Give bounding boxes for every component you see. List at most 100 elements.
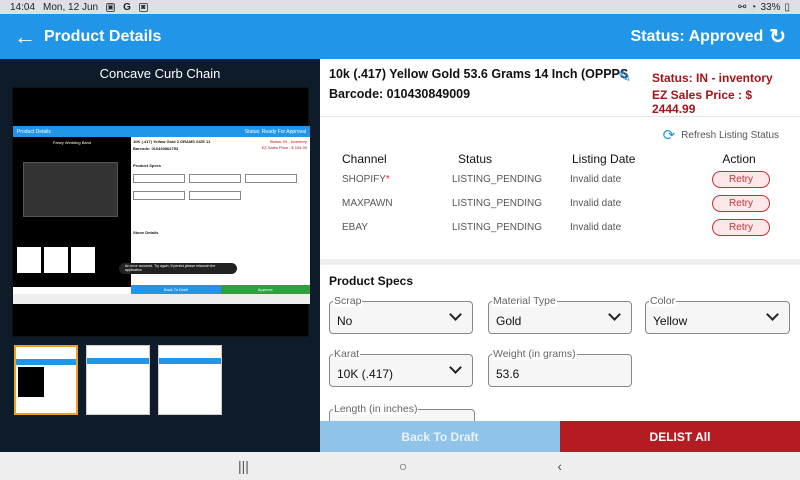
preview-image-title: Fancy Wedding Band — [52, 140, 92, 145]
status-cell: LISTING_PENDING — [452, 221, 543, 233]
chevron-down-icon — [766, 308, 779, 321]
retry-button[interactable]: Retry — [712, 170, 770, 188]
back-arrow-icon[interactable]: ← — [14, 25, 36, 48]
karat-label: Karat — [333, 348, 361, 360]
thumbnail-3[interactable] — [158, 345, 222, 415]
home-icon[interactable]: ○ — [399, 458, 407, 474]
clock: 14:04 — [10, 1, 36, 13]
material-type-select[interactable]: Material Type Gold — [488, 295, 632, 334]
preview-specs: Product Specs — [133, 163, 162, 168]
date-cell: Invalid date — [570, 173, 622, 185]
header-date: Listing Date — [572, 152, 636, 166]
delist-all-button[interactable]: DELIST All — [560, 421, 800, 452]
refresh-listing-label: Refresh Listing Status — [681, 129, 779, 141]
preview-approve-button: Approve — [220, 285, 310, 294]
battery-level: 33% — [760, 1, 781, 13]
thumbnail-strip — [14, 345, 222, 415]
link-icon: ⚯ — [738, 1, 747, 13]
back-to-draft-button[interactable]: Back To Draft — [320, 421, 560, 452]
back-icon[interactable]: ‹ — [557, 458, 562, 474]
length-field[interactable]: Length (in inches) — [329, 403, 475, 421]
preview-image-pane: Fancy Wedding Band — [13, 137, 131, 287]
listing-table-header: Channel Status Listing Date Action — [320, 151, 800, 167]
scrap-select[interactable]: Scrap No — [329, 295, 473, 334]
retry-button[interactable]: Retry — [712, 218, 770, 236]
date-cell: Invalid date — [570, 197, 622, 209]
header-channel: Channel — [342, 152, 387, 166]
image-title: Concave Curb Chain — [99, 66, 221, 81]
details-pane: 10k (.417) Yellow Gold 53.6 Grams 14 Inc… — [320, 59, 800, 421]
weight-value: 53.6 — [496, 367, 520, 381]
thumbnail-1[interactable] — [14, 345, 78, 415]
battery-icon: ▯ — [784, 1, 790, 13]
karat-value: 10K (.417) — [337, 367, 394, 381]
google-icon: G — [123, 1, 131, 13]
preview-thumbs — [17, 247, 95, 273]
action-bar: Back To Draft DELIST All — [320, 421, 800, 452]
date: Mon, 12 Jun — [43, 1, 99, 13]
approval-status-text: Status: Approved — [630, 27, 764, 45]
sales-price: EZ Sales Price : $ 2444.99 — [652, 88, 753, 116]
notification-icon: ▣ — [106, 2, 116, 12]
preview-nav — [13, 294, 310, 304]
preview-error-toast: An error occurred. Try again. If persist… — [119, 263, 237, 274]
approval-status: Status: Approved ↻ — [630, 27, 786, 47]
chevron-down-icon — [449, 308, 462, 321]
header-action: Action — [722, 152, 756, 166]
table-row: SHOPIFY* LISTING_PENDING Invalid date Re… — [320, 167, 800, 191]
preview-draft-button: Back To Draft — [131, 285, 221, 294]
image-gallery: Concave Curb Chain Product Details Statu… — [0, 59, 320, 452]
screenshot-preview: Product Details Status: Ready For Approv… — [13, 126, 310, 304]
preview-inv: Status: IN - inventory — [269, 139, 307, 144]
scrap-label: Scrap — [333, 295, 363, 307]
refresh-listing-button[interactable]: ⟳ Refresh Listing Status — [663, 126, 779, 144]
main-product-image[interactable]: Product Details Status: Ready For Approv… — [12, 87, 310, 337]
edit-pencil-icon[interactable]: ✎ — [618, 67, 631, 87]
status-cell: LISTING_PENDING — [452, 197, 543, 209]
table-row: EBAY LISTING_PENDING Invalid date Retry — [320, 215, 800, 239]
status-cell: LISTING_PENDING — [452, 173, 543, 185]
preview-buttons: Back To Draft Approve — [131, 285, 310, 294]
thumbnail-2[interactable] — [86, 345, 150, 415]
material-type-value: Gold — [496, 314, 522, 328]
color-value: Yellow — [653, 314, 688, 328]
system-nav-bar: ||| ○ ‹ — [0, 452, 800, 480]
preview-title: Product Details — [17, 128, 51, 135]
weight-label: Weight (in grams) — [492, 348, 577, 360]
chevron-down-icon — [608, 308, 621, 321]
recent-apps-icon[interactable]: ||| — [238, 458, 249, 474]
preview-status: Status: Ready For Approval — [244, 128, 306, 135]
specs-title: Product Specs — [329, 274, 414, 288]
weight-field[interactable]: Weight (in grams) 53.6 — [488, 348, 632, 387]
preview-stones: Stone Details — [133, 230, 159, 235]
sync-icon: ⟳ — [662, 127, 676, 144]
preview-details: 10K (.417) Yellow Gold 2 GRAMS SIZE 11 B… — [133, 139, 309, 235]
header-status: Status — [458, 152, 493, 166]
required-marker: * — [385, 173, 390, 185]
material-type-label: Material Type — [492, 295, 557, 307]
scrap-value: No — [337, 314, 353, 328]
wifi-icon: ◔ — [750, 1, 757, 13]
preview-app-bar: Product Details Status: Ready For Approv… — [13, 126, 310, 137]
system-status-bar: 14:04 Mon, 12 Jun ▣ G ◙ ⚯ ◔ 33% ▯ — [0, 0, 800, 14]
date-cell: Invalid date — [570, 221, 622, 233]
channel-cell: MAXPAWN — [342, 197, 393, 209]
preview-price: EZ Sales Price : $ 154.99 — [261, 145, 307, 150]
length-label: Length (in inches) — [333, 403, 419, 415]
preview-photo — [23, 162, 118, 217]
karat-select[interactable]: Karat 10K (.417) — [329, 348, 473, 387]
page-title: Product Details — [44, 27, 162, 45]
channel-cell: SHOPIFY* — [342, 173, 390, 185]
chevron-down-icon — [449, 361, 462, 374]
retry-button[interactable]: Retry — [712, 194, 770, 212]
product-header: 10k (.417) Yellow Gold 53.6 Grams 14 Inc… — [320, 59, 800, 117]
inventory-status: Status: IN - inventory — [652, 71, 773, 85]
color-select[interactable]: Color Yellow — [645, 295, 790, 334]
table-row: MAXPAWN LISTING_PENDING Invalid date Ret… — [320, 191, 800, 215]
refresh-icon[interactable]: ↻ — [769, 27, 786, 47]
product-name: 10k (.417) Yellow Gold 53.6 Grams 14 Inc… — [329, 67, 629, 81]
color-label: Color — [649, 295, 677, 307]
channel-cell: EBAY — [342, 221, 368, 233]
listing-table: Channel Status Listing Date Action SHOPI… — [320, 151, 800, 239]
app-bar: ← Product Details Status: Approved ↻ — [0, 14, 800, 59]
